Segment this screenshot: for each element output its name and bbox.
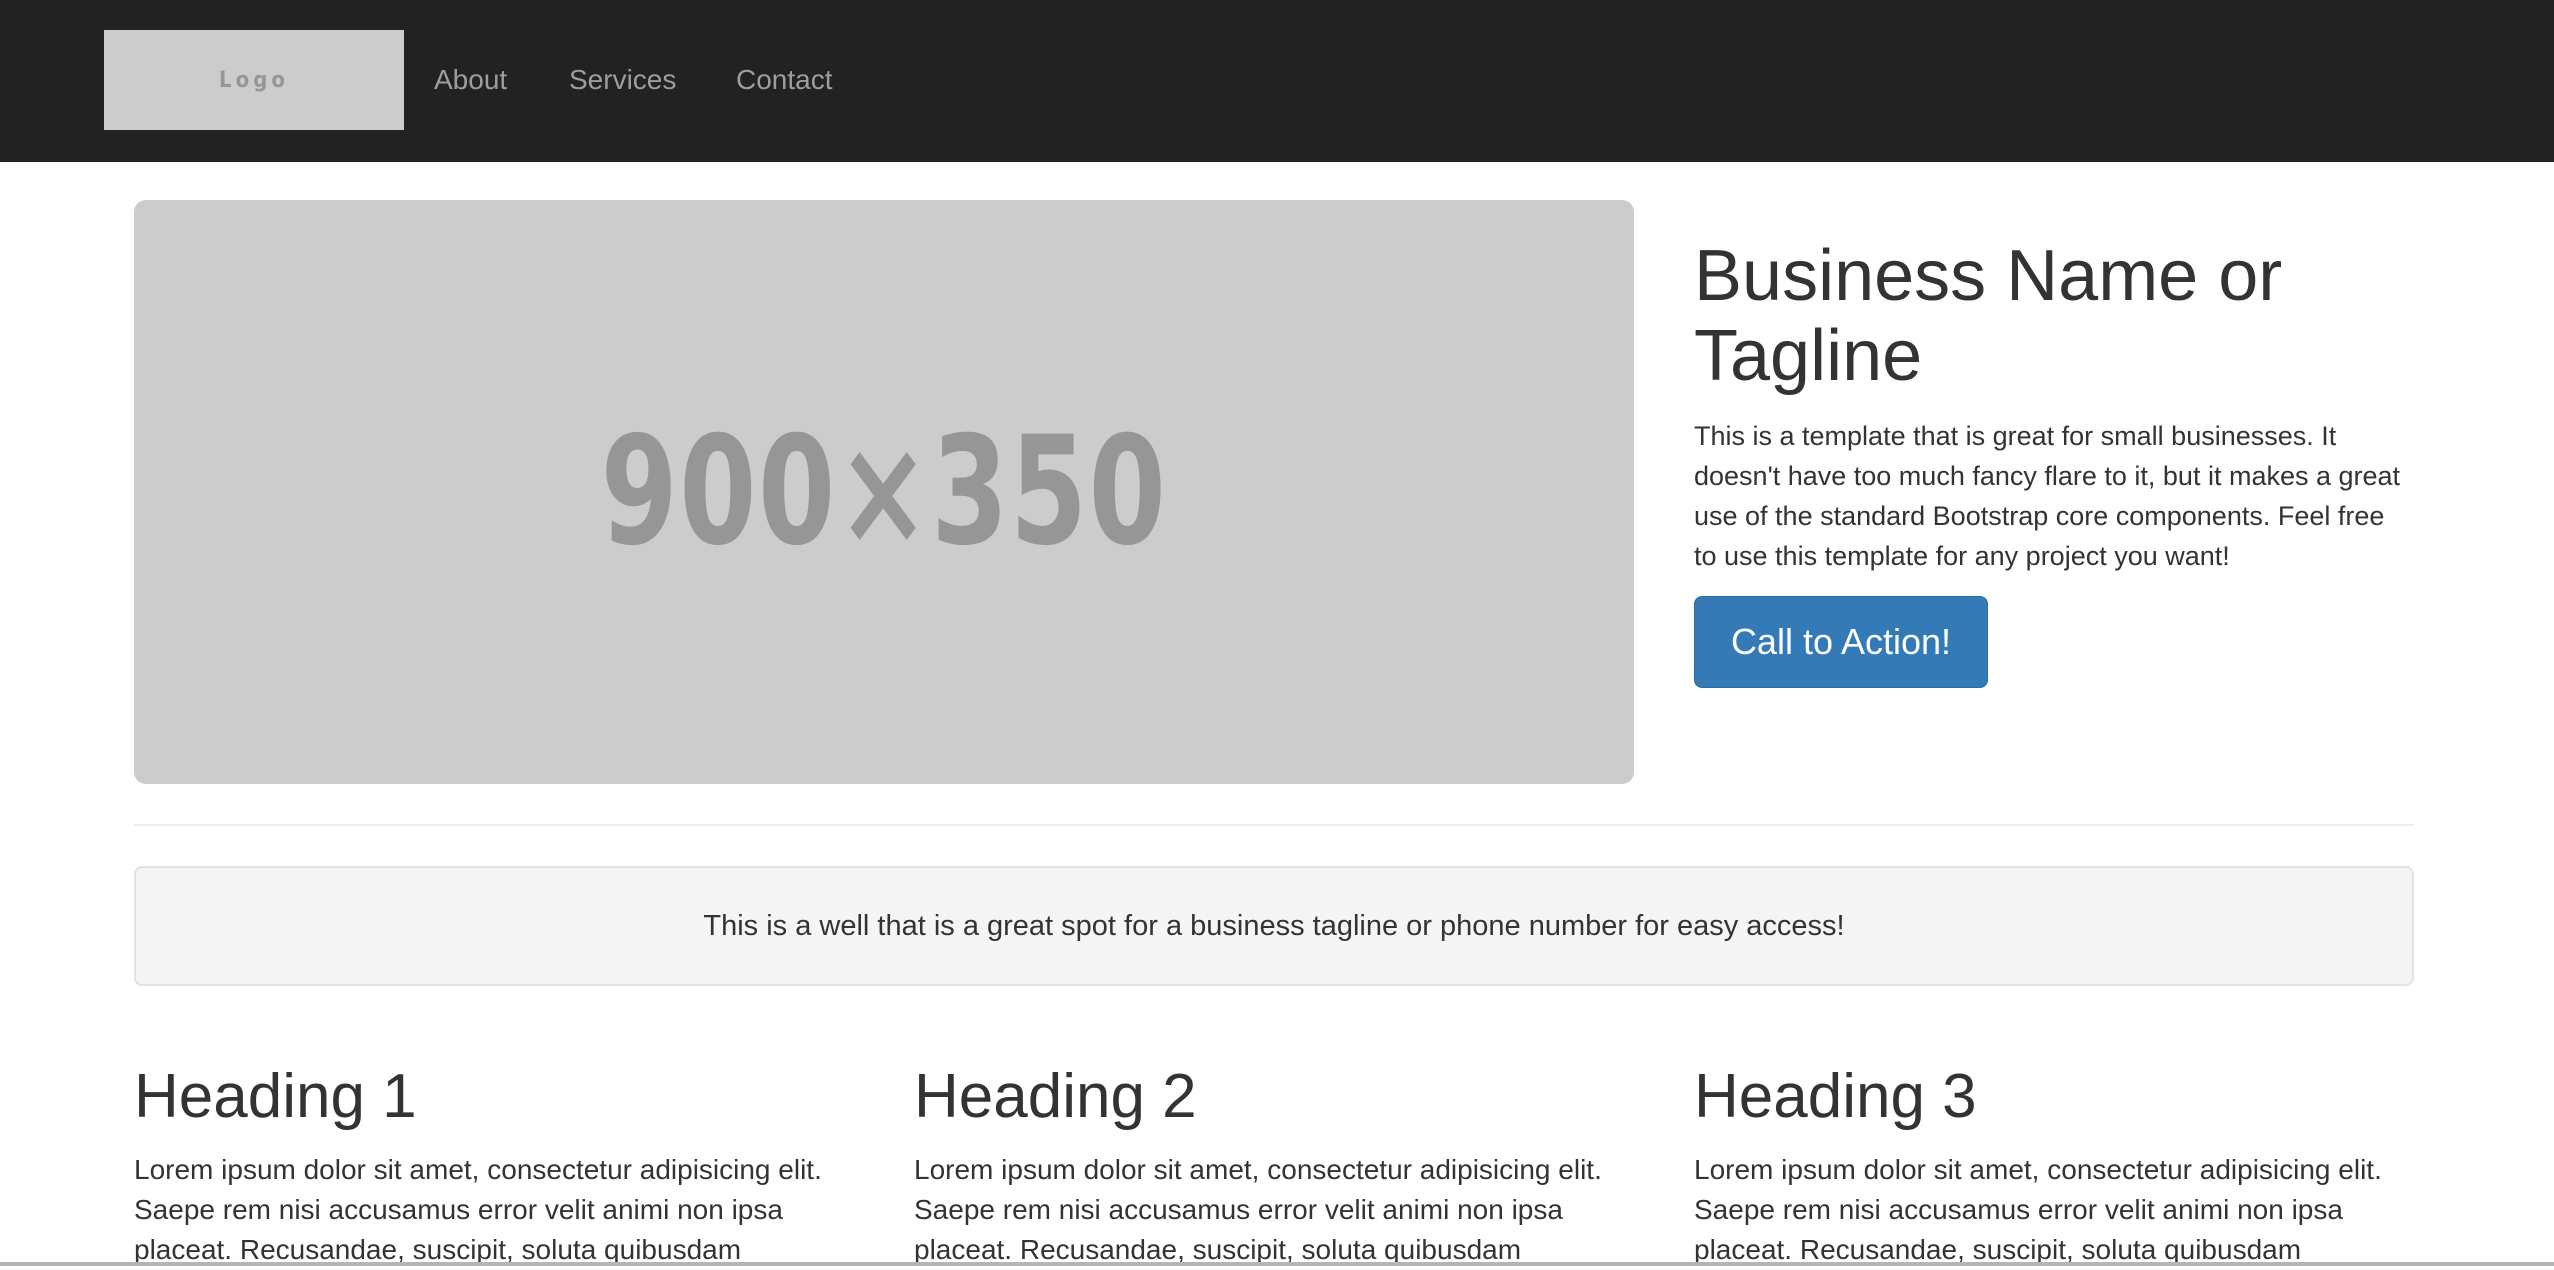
column-heading: Heading 1 bbox=[134, 1062, 417, 1131]
column-text: Lorem ipsum dolor sit amet, consectetur … bbox=[1694, 1154, 2382, 1265]
call-to-action-button[interactable]: Call to Action! bbox=[1694, 596, 1988, 688]
feature-column-2: Heading 2 Lorem ipsum dolor sit amet, co… bbox=[914, 1054, 1634, 1270]
feature-column-3: Heading 3 Lorem ipsum dolor sit amet, co… bbox=[1694, 1054, 2414, 1270]
hero-description: This is a template that is great for sma… bbox=[1694, 421, 2401, 571]
tagline-well: This is a well that is a great spot for … bbox=[134, 866, 2414, 986]
column-heading: Heading 2 bbox=[914, 1062, 1197, 1131]
nav-link-services[interactable]: Services bbox=[569, 62, 676, 98]
section-divider bbox=[134, 824, 2414, 826]
column-text: Lorem ipsum dolor sit amet, consectetur … bbox=[914, 1154, 1602, 1265]
top-navbar: Logo About Services Contact bbox=[0, 0, 2554, 162]
hero-image-placeholder: 900×350 bbox=[134, 200, 1634, 784]
nav-link-contact[interactable]: Contact bbox=[736, 62, 833, 98]
column-text: Lorem ipsum dolor sit amet, consectetur … bbox=[134, 1154, 822, 1265]
logo-placeholder[interactable]: Logo bbox=[104, 30, 404, 130]
well-text: This is a well that is a great spot for … bbox=[703, 909, 1845, 942]
column-heading: Heading 3 bbox=[1694, 1062, 1977, 1131]
viewport-bottom-edge bbox=[0, 1262, 2554, 1266]
logo-label: Logo bbox=[219, 67, 289, 93]
hero-title: Business Name or Tagline bbox=[1694, 236, 2283, 396]
feature-column-1: Heading 1 Lorem ipsum dolor sit amet, co… bbox=[134, 1054, 854, 1270]
nav-link-about[interactable]: About bbox=[434, 62, 507, 98]
hero-image-dimensions-label: 900×350 bbox=[600, 405, 1168, 579]
